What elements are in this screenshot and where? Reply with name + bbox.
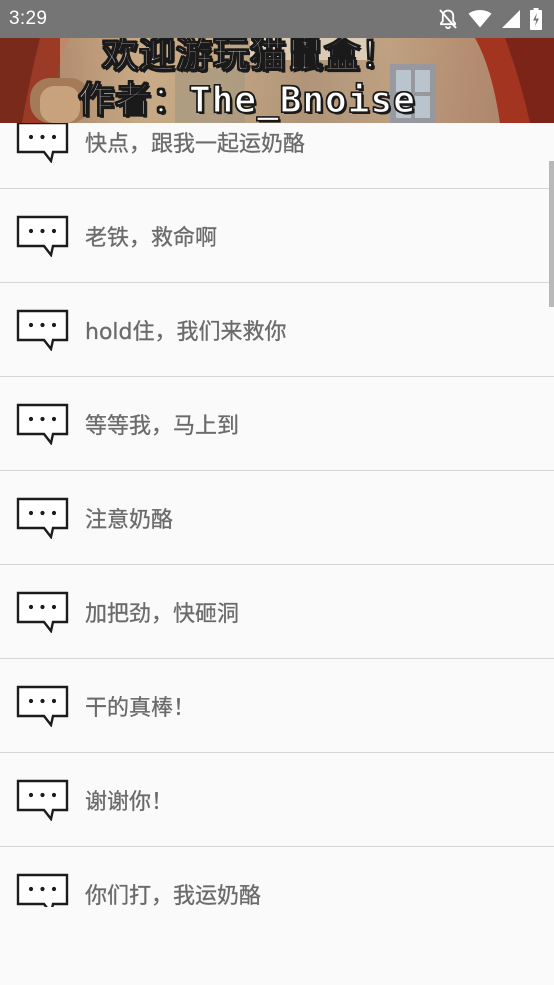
- message-list-item[interactable]: hold住，我们来救你: [0, 283, 554, 377]
- message-list-item[interactable]: 加把劲，快砸洞: [0, 565, 554, 659]
- speech-bubble-icon: [16, 123, 70, 163]
- message-list-item[interactable]: 等等我，马上到: [0, 377, 554, 471]
- notifications-off-icon: [438, 8, 458, 30]
- message-list-item[interactable]: 老铁，救命啊: [0, 189, 554, 283]
- banner-author: 作者：The_Bnoise: [77, 79, 416, 121]
- status-icons: [438, 8, 542, 30]
- message-list-item[interactable]: 你们打，我运奶酪: [0, 847, 554, 907]
- bottom-blank-area: [0, 907, 554, 985]
- wifi-icon: [468, 10, 492, 28]
- scrollbar-thumb[interactable]: [549, 161, 554, 307]
- message-label: 谢谢你！: [85, 789, 174, 815]
- status-bar: 3:29: [0, 0, 554, 38]
- message-label: 老铁，救命啊: [85, 225, 218, 251]
- message-label: 等等我，马上到: [85, 413, 240, 439]
- message-label: 快点，跟我一起运奶酪: [85, 131, 306, 157]
- speech-bubble-icon: [16, 779, 70, 821]
- banner-title: 欢迎游玩猫鼠盒！: [101, 38, 399, 76]
- speech-bubble-icon: [16, 873, 70, 907]
- speech-bubble-icon: [16, 497, 70, 539]
- message-list-item[interactable]: 谢谢你！: [0, 753, 554, 847]
- speech-bubble-icon: [16, 403, 70, 445]
- speech-bubble-icon: [16, 215, 70, 257]
- message-label: 干的真棒！: [85, 695, 196, 721]
- message-label: hold住，我们来救你: [85, 319, 287, 345]
- message-list[interactable]: 快点，跟我一起运奶酪 老铁，救命啊 hold住，我们来救你 等等我，马上到 注意奶酪加把…: [0, 123, 554, 907]
- message-list-item[interactable]: 干的真棒！: [0, 659, 554, 753]
- battery-charging-icon: [530, 8, 542, 30]
- message-list-item[interactable]: 快点，跟我一起运奶酪: [0, 123, 554, 189]
- status-time: 3:29: [9, 8, 48, 29]
- signal-icon: [502, 10, 520, 28]
- message-label: 注意奶酪: [85, 507, 174, 533]
- message-list-item[interactable]: 注意奶酪: [0, 471, 554, 565]
- message-label: 你们打，我运奶酪: [85, 883, 262, 907]
- message-list-items: 快点，跟我一起运奶酪 老铁，救命啊 hold住，我们来救你 等等我，马上到 注意奶酪加把…: [0, 123, 554, 907]
- message-label: 加把劲，快砸洞: [85, 601, 240, 627]
- speech-bubble-icon: [16, 591, 70, 633]
- speech-bubble-icon: [16, 685, 70, 727]
- banner: 欢迎游玩猫鼠盒！ 作者：The_Bnoise: [0, 38, 554, 123]
- speech-bubble-icon: [16, 309, 70, 351]
